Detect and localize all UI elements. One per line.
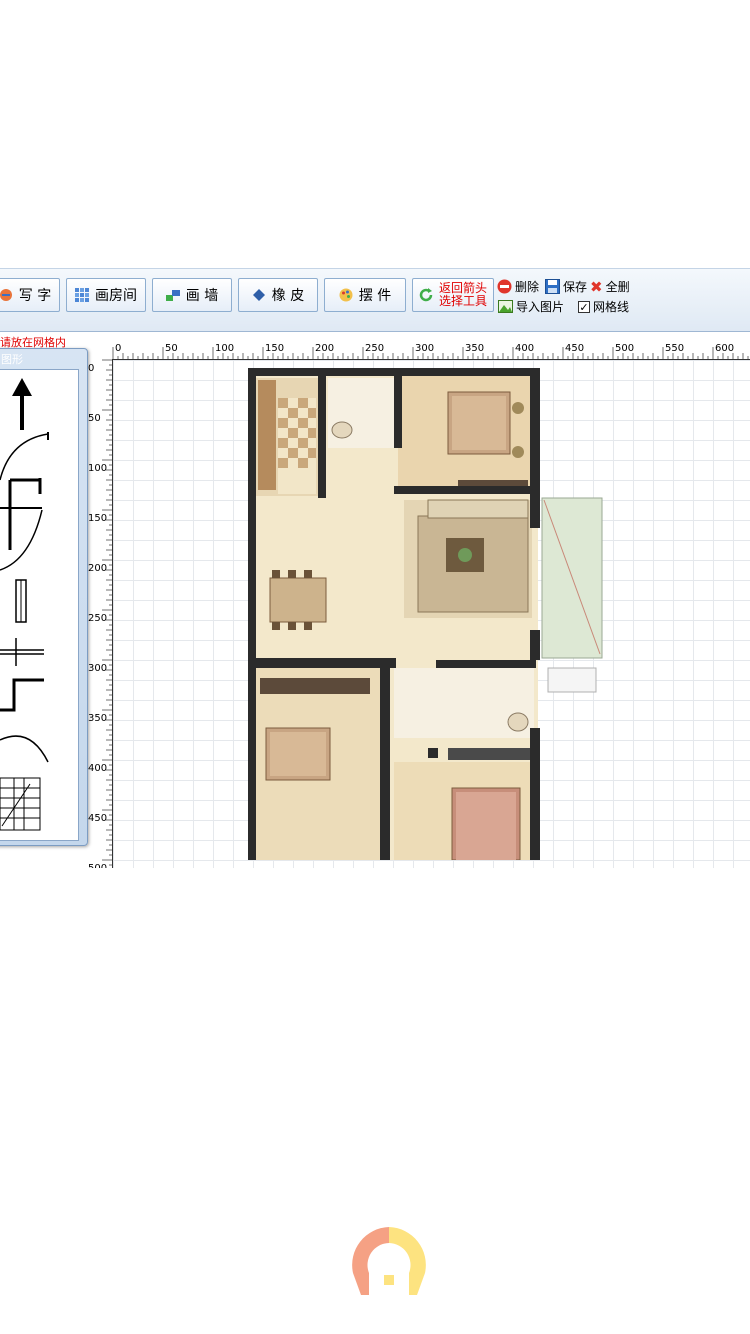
ruler-left-label: 250 [88, 613, 107, 624]
pipe-icon[interactable] [0, 638, 44, 666]
ruler-top-label: 200 [315, 343, 334, 354]
ruler-top-label: 300 [415, 343, 434, 354]
place-furniture-label: 摆 件 [358, 288, 392, 304]
ruler-left-label: 100 [88, 463, 107, 474]
clear-all-button[interactable]: ✖ 全删 [590, 278, 630, 295]
shape-list [0, 369, 79, 841]
draw-wall-label: 画 墙 [185, 288, 219, 304]
ruler-top-label: 600 [715, 343, 734, 354]
ruler-top-label: 550 [665, 343, 684, 354]
checkbox-icon: ✓ [578, 300, 590, 314]
palette-title: 图形 [1, 353, 23, 366]
pencil-icon [0, 289, 12, 301]
stairs-icon[interactable] [0, 777, 41, 831]
clear-all-label: 全删 [605, 280, 630, 294]
picture-icon [498, 300, 513, 313]
ruler-top-label: 250 [365, 343, 384, 354]
grid-lines-label: 网格线 [593, 300, 630, 314]
door-arc-icon[interactable] [0, 432, 49, 481]
refresh-icon [419, 288, 433, 302]
floppy-disk-icon [545, 279, 560, 294]
floor-plan-editor: 写 字 画房间 画 墙 橡 皮 摆 件 返回箭头 选择工具 删除 保存 ✖ 全删… [0, 268, 750, 868]
ruler-left-label: 200 [88, 563, 107, 574]
palette-icon [339, 288, 353, 302]
step-wall-icon[interactable] [0, 678, 44, 712]
eraser-label: 橡 皮 [271, 288, 305, 304]
ruler-top-label: 150 [265, 343, 284, 354]
ruler-left-label: 0 [88, 363, 94, 374]
ruler-top-label: 450 [565, 343, 584, 354]
logo-door [384, 1275, 394, 1285]
ruler-left-label: 450 [88, 813, 107, 824]
curve-icon[interactable] [0, 735, 49, 763]
drawing-canvas[interactable] [113, 360, 750, 868]
save-button[interactable]: 保存 [545, 278, 587, 295]
place-furniture-button[interactable]: 摆 件 [324, 278, 406, 312]
floor-plan-image[interactable] [248, 368, 610, 860]
ruler-left: 0 50 100 150 200 250 300 350 400 450 500 [86, 359, 113, 868]
eraser-icon [252, 289, 265, 301]
save-label: 保存 [563, 280, 588, 294]
delete-button[interactable]: 删除 [497, 278, 539, 295]
back-to-select-button[interactable]: 返回箭头 选择工具 [412, 278, 494, 312]
write-text-label: 写 字 [18, 288, 52, 304]
grid-icon [75, 288, 89, 302]
ruler-left-label: 500 [88, 863, 107, 868]
toolbar: 写 字 画房间 画 墙 橡 皮 摆 件 返回箭头 选择工具 删除 保存 ✖ 全删… [0, 268, 750, 332]
ruler-left-label: 350 [88, 713, 107, 724]
ruler-left-ticks: 0 50 100 150 200 250 300 350 400 450 500 [88, 359, 112, 868]
shape-palette-panel[interactable]: 图形 [0, 348, 88, 846]
delete-label: 删除 [515, 280, 540, 294]
draw-room-label: 画房间 [95, 288, 137, 304]
eraser-button[interactable]: 橡 皮 [238, 278, 318, 312]
ruler-top-label: 0 [115, 343, 121, 354]
app-logo-icon [352, 1227, 426, 1295]
grid-lines-checkbox[interactable]: ✓ 网格线 [578, 298, 629, 315]
write-text-button[interactable]: 写 字 [0, 278, 60, 312]
ruler-left-label: 150 [88, 513, 107, 524]
logo-base-right [409, 1273, 425, 1295]
ruler-left-label: 400 [88, 763, 107, 774]
ruler-left-label: 50 [88, 413, 101, 424]
draw-room-button[interactable]: 画房间 [66, 278, 146, 312]
window-icon[interactable] [15, 579, 27, 623]
import-image-button[interactable]: 导入图片 [498, 298, 564, 315]
red-x-icon: ✖ [590, 277, 603, 296]
no-entry-icon [497, 279, 512, 294]
ruler-top-label: 350 [465, 343, 484, 354]
import-image-label: 导入图片 [516, 300, 565, 314]
wall-icon [165, 290, 180, 301]
ruler-top-ticks: 0 50 100 150 200 250 300 350 400 450 500 550 600 [112, 343, 749, 359]
ruler-left-label: 300 [88, 663, 107, 674]
wall-segment-icon[interactable] [8, 478, 42, 550]
back-to-select-line2: 选择工具 [438, 294, 487, 308]
ruler-top: 0 50 100 150 200 250 300 350 400 450 500 550 600 [112, 340, 750, 360]
ruler-top-label: 400 [515, 343, 534, 354]
ruler-top-label: 50 [165, 343, 178, 354]
ruler-top-label: 500 [615, 343, 634, 354]
ruler-top-label: 100 [215, 343, 234, 354]
double-door-icon[interactable] [0, 507, 43, 571]
up-arrow-icon[interactable] [12, 378, 32, 430]
draw-wall-button[interactable]: 画 墙 [152, 278, 232, 312]
logo-base-left [353, 1273, 369, 1295]
kitchen-tiles [278, 398, 316, 494]
